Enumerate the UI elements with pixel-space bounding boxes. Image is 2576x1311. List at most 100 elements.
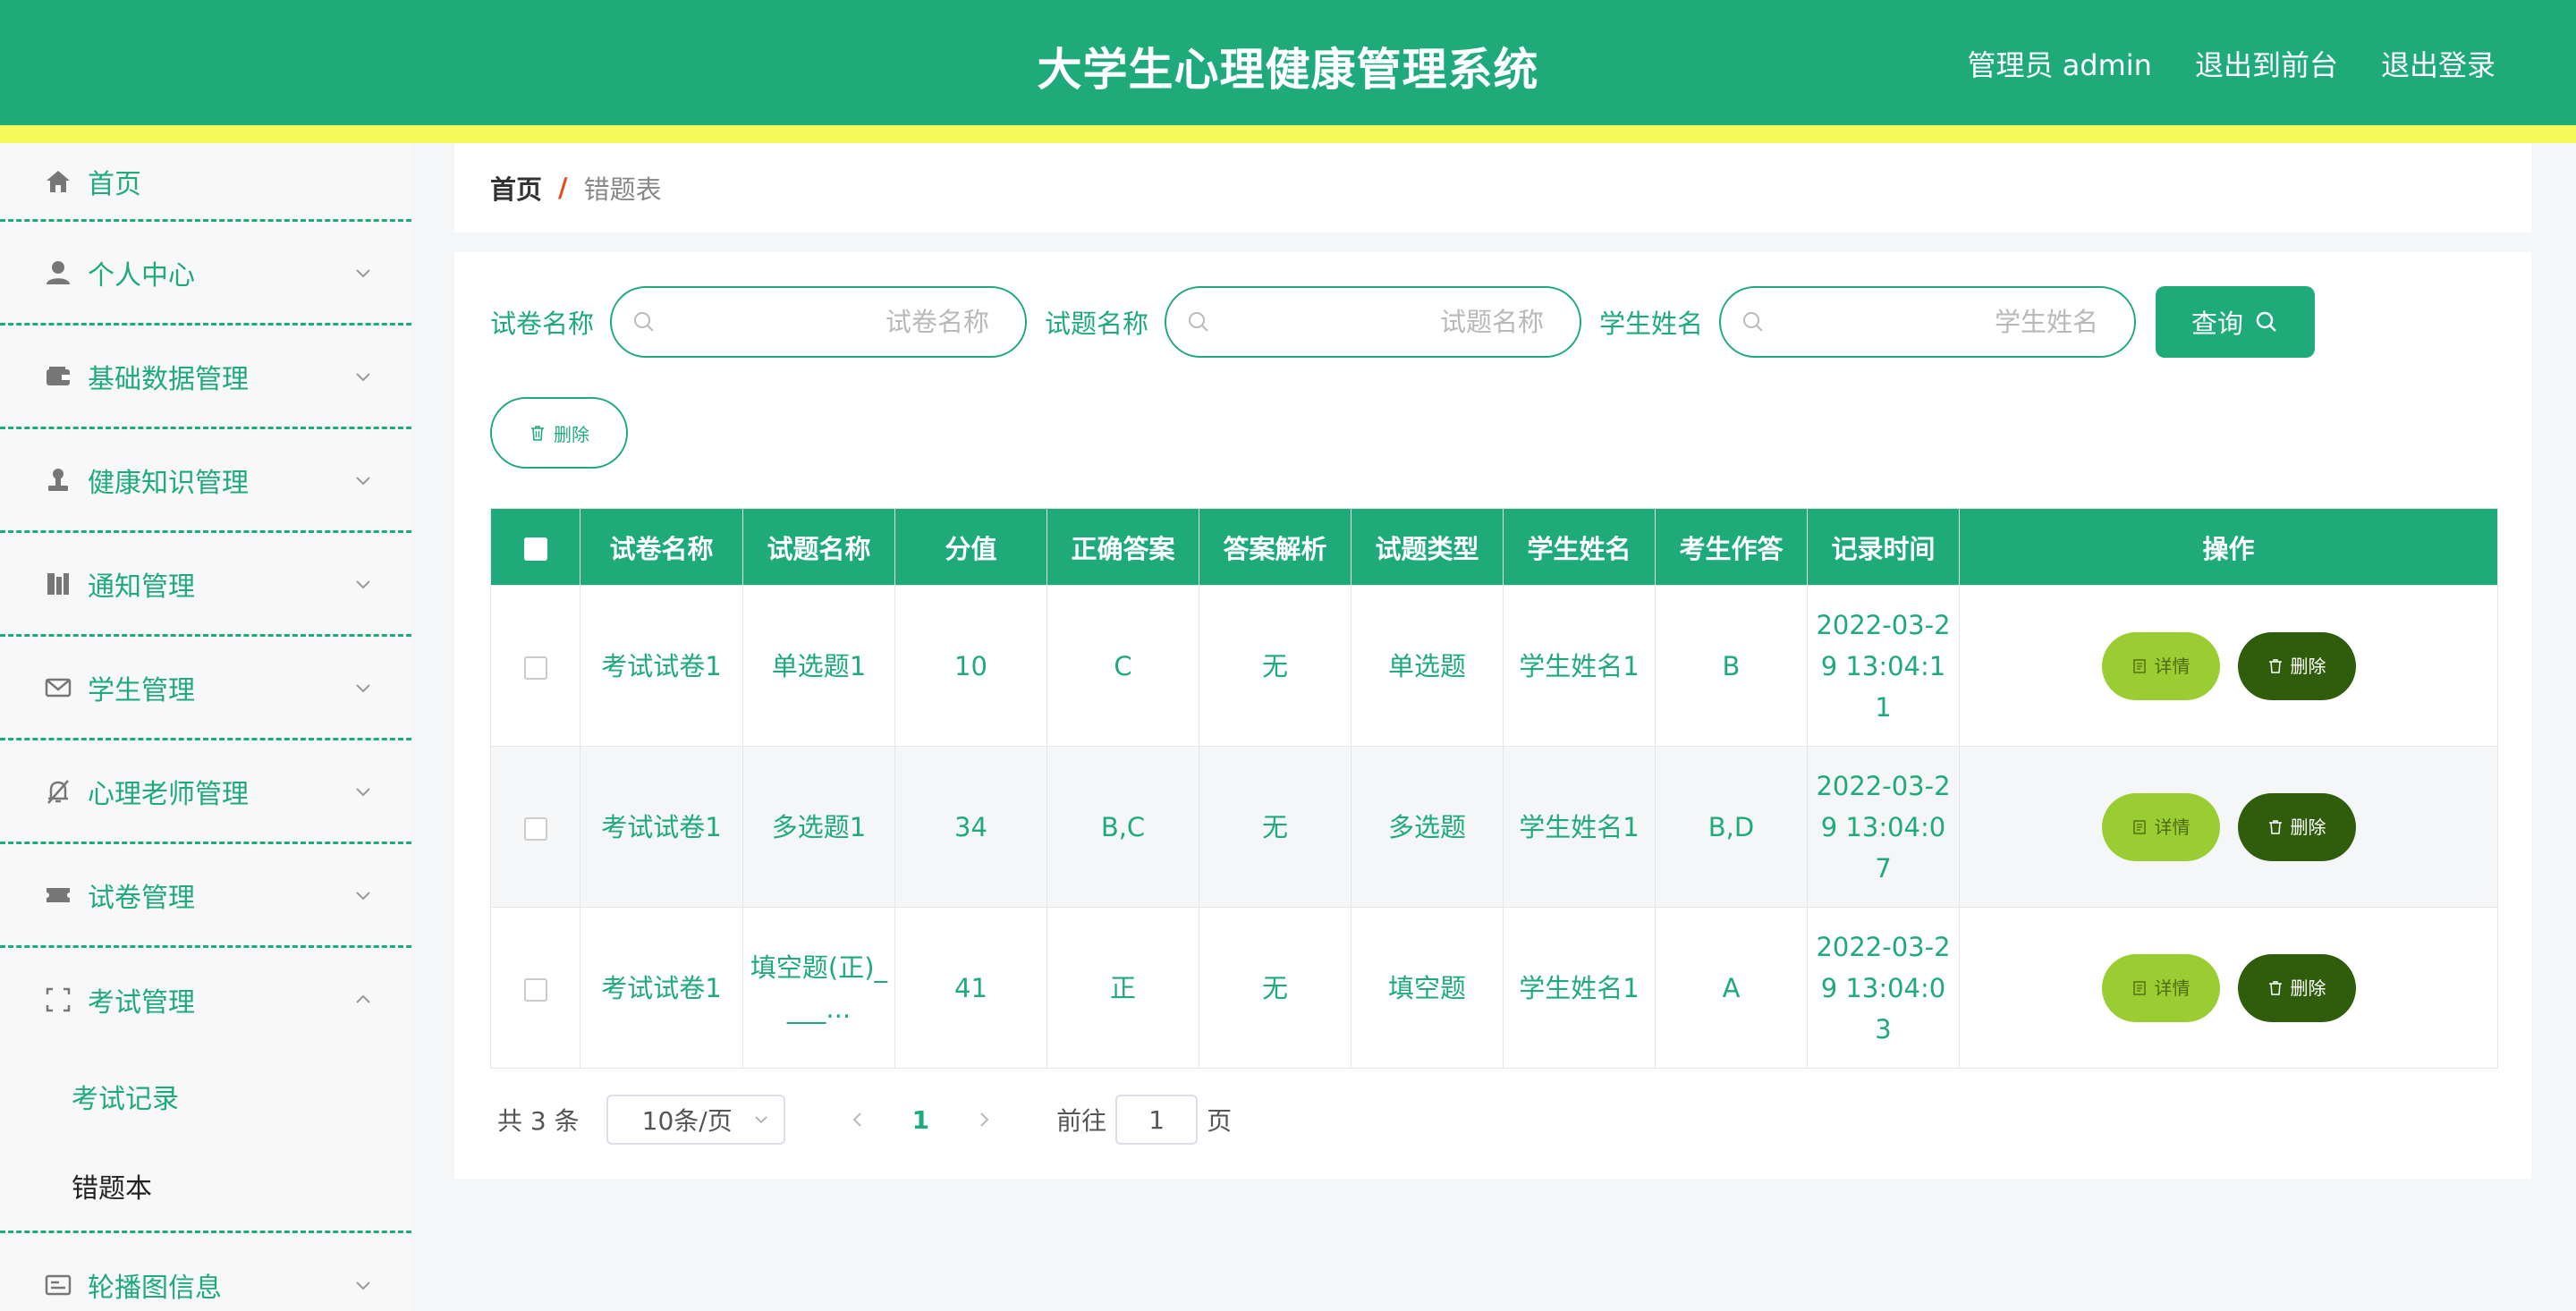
user-icon [43,258,73,288]
sidebar-item-label: 个人中心 [88,259,195,292]
chevron-down-icon [354,575,372,593]
row-checkbox[interactable] [523,977,547,1002]
exit-to-front-link[interactable]: 退出到前台 [2195,43,2338,84]
pagination: 共 3 条 10条/页 1 前往 页 [497,1095,1232,1145]
breadcrumb-separator: / [558,173,568,203]
sidebar-item-carousel[interactable]: 轮播图信息 [0,1233,411,1311]
column-header[interactable]: 记录时间 [1807,508,1960,586]
sidebar-item-profile[interactable]: 个人中心 [0,222,411,326]
student-name-label: 学生姓名 [1599,309,1704,339]
admin-user-link[interactable]: 管理员 admin [1968,43,2152,84]
sidebar-item-health-knowledge[interactable]: 健康知识管理 [0,429,411,533]
wrong-questions-table: 试卷名称 试题名称 分值 正确答案 答案解析 试题类型 学生姓名 考生作答 记录… [490,508,2498,1069]
cell-analysis: 无 [1199,746,1352,908]
search-icon [1189,312,1208,332]
column-header[interactable]: 分值 [894,508,1047,586]
question-name-field[interactable] [1165,286,1582,358]
detail-button-label: 详情 [2154,977,2190,999]
cell-student: 学生姓名1 [1503,907,1656,1069]
logout-link[interactable]: 退出登录 [2381,43,2496,84]
cell-question: 填空题(正)____... [742,907,895,1069]
page-number-current[interactable]: 1 [912,1105,929,1135]
sidebar-item-basic-data[interactable]: 基础数据管理 [0,326,411,429]
select-all-checkbox[interactable] [523,537,547,561]
sidebar-item-notice[interactable]: 通知管理 [0,533,411,637]
page-suffix: 页 [1207,1106,1233,1136]
chevron-down-icon [354,471,372,489]
column-header[interactable]: 试题名称 [742,508,895,586]
sidebar-item-teachers[interactable]: 心理老师管理 [0,740,411,844]
wallet-icon [43,361,73,392]
cell-student: 学生姓名1 [1503,746,1656,908]
sidebar-item-label: 健康知识管理 [88,467,249,499]
chevron-down-icon [354,886,372,904]
breadcrumb-home[interactable]: 首页 [490,169,542,207]
cell-answer: 正 [1046,907,1199,1069]
question-name-input[interactable] [1211,307,1545,337]
document-icon [2132,819,2146,834]
sidebar-item-papers[interactable]: 试卷管理 [0,844,411,948]
submenu-item-wrong-questions[interactable]: 错题本 [0,1141,411,1231]
detail-button[interactable]: 详情 [2101,953,2220,1022]
document-icon [2132,658,2146,673]
student-name-field[interactable] [1719,286,2137,358]
row-checkbox[interactable] [523,656,547,680]
next-page-icon[interactable] [974,1110,994,1129]
row-select-cell [490,585,580,747]
submenu-item-exam-records[interactable]: 考试记录 [0,1052,411,1141]
cell-score: 10 [894,585,1047,747]
query-button-label: 查询 [2191,309,2244,339]
column-header[interactable]: 试卷名称 [580,508,743,586]
goto-label: 前往 [1056,1106,1107,1136]
paper-name-label: 试卷名称 [490,309,595,339]
cell-answer: B,C [1046,746,1199,908]
delete-button[interactable]: 删除 [2237,792,2356,861]
trash-icon [2268,658,2282,673]
column-header[interactable]: 试题类型 [1351,508,1504,586]
sidebar-item-label: 轮播图信息 [88,1273,222,1304]
paper-name-field[interactable] [610,286,1028,358]
cell-score: 41 [894,907,1047,1069]
cell-type: 填空题 [1351,907,1504,1069]
column-header[interactable]: 学生姓名 [1503,508,1656,586]
main-panel: 试卷名称 试题名称 学生姓名 查询 删除 试卷名称 [454,252,2531,1179]
sidebar-item-exams[interactable]: 考试管理 [0,948,411,1052]
sidebar-item-label: 考试管理 [88,987,195,1019]
query-button[interactable]: 查询 [2156,286,2316,358]
header-links: 管理员 admin 退出到前台 退出登录 [1968,43,2496,84]
trash-icon [2268,980,2282,995]
cell-type: 多选题 [1351,746,1504,908]
sidebar-item-students[interactable]: 学生管理 [0,637,411,740]
delete-button-label: 删除 [2290,655,2326,677]
chevron-down-icon [354,1276,372,1294]
column-header[interactable]: 答案解析 [1199,508,1352,586]
total-count: 共 3 条 [497,1106,580,1136]
column-header[interactable]: 考生作答 [1655,508,1808,586]
goto-page-input[interactable] [1115,1095,1199,1145]
detail-button[interactable]: 详情 [2101,631,2220,700]
delete-button[interactable]: 删除 [2237,631,2356,700]
prev-page-icon[interactable] [848,1110,868,1129]
page-size-select[interactable]: 10条/页 [606,1095,785,1145]
paper-name-input[interactable] [657,307,990,337]
exam-submenu: 考试记录 错题本 [0,1052,411,1233]
sidebar: 首页 个人中心 基础数据管理 健康知识管理 通知管理 学生管理 心理老师管理 试… [0,143,411,1311]
cell-student: 学生姓名1 [1503,585,1656,747]
sidebar-item-home[interactable]: 首页 [0,143,411,222]
student-name-input[interactable] [1766,307,2099,337]
cell-answer: C [1046,585,1199,747]
column-header[interactable]: 正确答案 [1046,508,1199,586]
row-select-cell [490,907,580,1069]
cell-response: A [1655,907,1808,1069]
row-checkbox[interactable] [523,816,547,841]
bell-off-icon [43,776,73,807]
search-icon [2256,311,2276,332]
mail-icon [43,672,73,703]
cell-actions: 详情 删除 [1959,907,2498,1069]
delete-button[interactable]: 删除 [2237,953,2356,1022]
detail-button[interactable]: 详情 [2101,792,2220,861]
sidebar-item-label: 首页 [88,168,141,200]
batch-delete-button[interactable]: 删除 [490,397,628,469]
chevron-up-icon [354,991,372,1009]
sidebar-item-label: 通知管理 [88,571,195,603]
